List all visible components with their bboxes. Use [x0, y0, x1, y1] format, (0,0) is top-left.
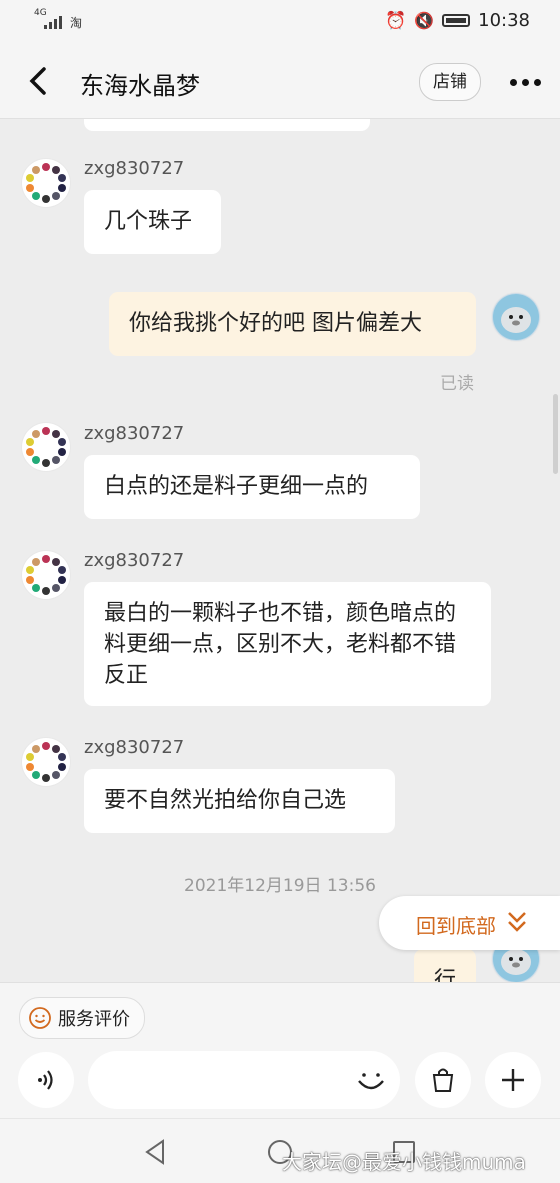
seller-avatar[interactable]: [22, 159, 70, 207]
store-button[interactable]: 店铺: [419, 63, 481, 101]
chat-scrollbar[interactable]: [553, 394, 558, 474]
battery-icon: [442, 14, 471, 27]
back-to-bottom-label: 回到底部: [416, 914, 496, 938]
status-bar: 4G 淘 ⏰ 🔇 10:38: [0, 0, 560, 44]
my-message-bubble[interactable]: 行: [414, 949, 476, 982]
my-message-bubble[interactable]: 你给我挑个好的吧 图片偏差大: [109, 292, 476, 356]
seller-avatar[interactable]: [22, 551, 70, 599]
read-status: 已读: [440, 374, 474, 394]
bead-bracelet-icon: [26, 427, 66, 467]
mute-icon: 🔇: [414, 11, 435, 30]
emoji-icon[interactable]: [354, 1063, 388, 1097]
bead-bracelet-icon: [26, 163, 66, 203]
message-bubble[interactable]: 几个珠子: [84, 190, 221, 254]
nav-back-icon[interactable]: [143, 1139, 167, 1165]
sender-name: zxg830727: [84, 737, 185, 758]
alarm-icon: ⏰: [385, 10, 407, 31]
sender-name: zxg830727: [84, 158, 185, 179]
voice-icon: [38, 1070, 53, 1090]
more-options-icon[interactable]: [510, 79, 541, 86]
more-actions-button[interactable]: [485, 1052, 541, 1108]
bead-bracelet-icon: [26, 555, 66, 595]
chat-area[interactable]: zxg830727 几个珠子 你给我挑个好的吧 图片偏差大 已读 zxg8307…: [0, 119, 560, 982]
message-timestamp: 2021年12月19日 13:56: [184, 876, 376, 896]
service-rating-label: 服务评价: [58, 1009, 130, 1030]
plus-icon: [502, 1069, 524, 1091]
chat-header: 东海水晶梦 店铺: [0, 44, 560, 119]
back-arrow-icon[interactable]: [26, 66, 52, 96]
smiley-icon: [29, 1007, 51, 1029]
service-rating-button[interactable]: 服务评价: [19, 997, 145, 1039]
message-bubble[interactable]: 最白的一颗料子也不错，颜色暗点的料更细一点，区别不大，老料都不错反正: [84, 582, 491, 706]
shopping-bag-icon: [432, 1068, 454, 1092]
message-bubble-partial: [84, 119, 370, 131]
bead-bracelet-icon: [26, 742, 66, 782]
product-button[interactable]: [415, 1052, 471, 1108]
message-bubble[interactable]: 要不自然光拍给你自己选: [84, 769, 395, 833]
input-panel: 服务评价: [0, 982, 560, 1119]
signal-icon: [44, 16, 62, 29]
seal-avatar-icon: [493, 294, 539, 340]
voice-button[interactable]: [18, 1052, 74, 1108]
double-chevron-down-icon: [508, 912, 526, 932]
seller-avatar[interactable]: [22, 423, 70, 471]
chat-title: 东海水晶梦: [80, 72, 200, 100]
sender-name: zxg830727: [84, 550, 185, 571]
message-bubble[interactable]: 白点的还是料子更细一点的: [84, 455, 420, 519]
watermark-text: 大家坛@最爱小钱钱muma: [282, 1150, 526, 1174]
taobao-app-icon: 淘: [70, 16, 83, 30]
clock-time: 10:38: [478, 10, 530, 31]
back-to-bottom-button[interactable]: 回到底部: [379, 896, 560, 950]
user-avatar[interactable]: [492, 293, 540, 341]
seller-avatar[interactable]: [22, 738, 70, 786]
message-input[interactable]: [88, 1051, 400, 1109]
sender-name: zxg830727: [84, 423, 185, 444]
